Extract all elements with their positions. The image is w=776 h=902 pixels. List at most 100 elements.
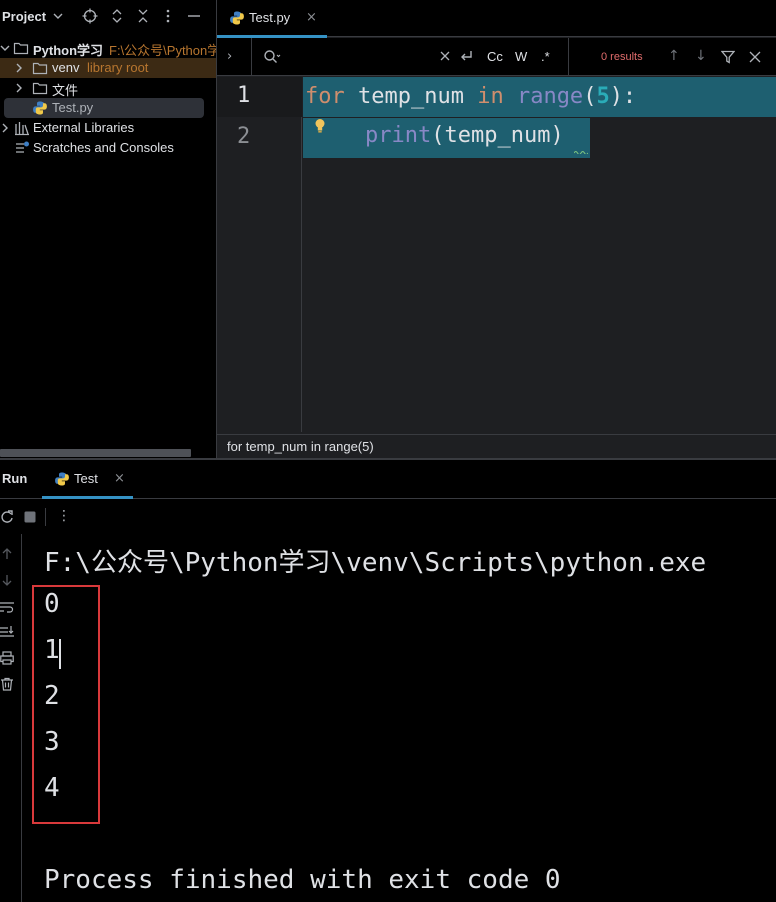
- tree-item-label: Python学习: [33, 43, 104, 58]
- keyword-in: in: [477, 84, 504, 109]
- line-number-text: 2: [237, 124, 251, 149]
- chevron-right-icon[interactable]: [0, 122, 10, 134]
- folder-icon: [32, 62, 48, 75]
- code-paren: (: [583, 84, 597, 109]
- minimize-icon[interactable]: [186, 8, 202, 24]
- project-panel: Project Python学习 F:\公众号\Python学 venv lib…: [0, 0, 216, 458]
- horizontal-scrollbar[interactable]: [0, 449, 191, 457]
- console-command-line: F:\公众号\Python学习\venv\Scripts\python.exe: [44, 548, 707, 578]
- python-file-icon: [230, 11, 244, 25]
- line-number-gutter: 1 2: [217, 77, 302, 432]
- builtin-print: print: [365, 123, 432, 148]
- keyword-for: for: [305, 84, 345, 109]
- run-side-toolbar: [0, 534, 22, 902]
- search-results-count: 0 results: [601, 51, 643, 63]
- tree-item-label: 文件: [52, 83, 79, 98]
- tree-item-scratches[interactable]: Scratches and Consoles: [0, 138, 216, 158]
- regex-toggle[interactable]: .*: [541, 49, 550, 64]
- builtin-range: range: [516, 84, 584, 109]
- warning-squiggle: [574, 151, 588, 154]
- tree-item-test-py[interactable]: Test.py: [4, 98, 204, 118]
- close-icon[interactable]: ×: [306, 10, 317, 25]
- tab-test-py[interactable]: Test.py ×: [217, 0, 327, 38]
- arrow-up-icon[interactable]: [0, 547, 14, 561]
- divider: [568, 38, 569, 76]
- tab-run-test[interactable]: Test ×: [42, 460, 133, 499]
- locate-icon[interactable]: [82, 8, 98, 24]
- run-tab-bar: Run Test ×: [0, 460, 776, 499]
- chevron-right-icon[interactable]: [14, 62, 24, 74]
- scroll-to-end-icon[interactable]: [0, 625, 14, 639]
- output-highlight-box: [32, 585, 100, 824]
- clear-icon[interactable]: [439, 50, 451, 62]
- filter-icon[interactable]: [721, 50, 735, 64]
- lightbulb-icon[interactable]: [313, 118, 327, 134]
- tree-item-files-folder[interactable]: 文件: [0, 78, 216, 98]
- more-options-icon[interactable]: [160, 8, 176, 24]
- divider: [45, 508, 46, 526]
- chevron-right-icon[interactable]: [14, 82, 24, 94]
- arrow-down-icon[interactable]: [0, 573, 14, 587]
- search-icon[interactable]: [263, 49, 281, 65]
- collapse-all-icon[interactable]: [135, 8, 151, 24]
- find-bar: › Cc W .* 0 results ↑ ↓: [217, 38, 776, 76]
- expand-replace-button[interactable]: ›: [227, 49, 232, 64]
- chevron-down-icon[interactable]: [53, 9, 63, 23]
- folder-icon: [13, 42, 29, 55]
- soft-wrap-icon[interactable]: [0, 600, 14, 614]
- expand-all-icon[interactable]: [109, 8, 125, 24]
- search-input[interactable]: [287, 46, 437, 68]
- line-number: 2: [217, 118, 302, 158]
- code-text: temp_num: [344, 84, 478, 109]
- run-toolbar: ⋮: [0, 500, 776, 534]
- folder-icon: [32, 82, 48, 95]
- tree-item-label: External Libraries: [33, 120, 135, 135]
- rerun-icon[interactable]: [0, 510, 14, 524]
- trash-icon[interactable]: [0, 677, 14, 691]
- code-line[interactable]: for temp_num in range(5):: [303, 77, 776, 117]
- active-tab-indicator: [42, 496, 133, 499]
- tab-label: Test: [74, 471, 98, 486]
- code-area[interactable]: for temp_num in range(5): print(temp_num…: [303, 77, 776, 432]
- print-icon[interactable]: [0, 651, 14, 665]
- tree-item-project-root[interactable]: Python学习 F:\公众号\Python学: [0, 38, 216, 58]
- line-number-text: 1: [237, 83, 251, 108]
- project-header: Project: [0, 0, 216, 36]
- whole-words-toggle[interactable]: W: [515, 49, 527, 64]
- console-exit-message: Process finished with exit code 0: [44, 865, 561, 895]
- close-icon[interactable]: ×: [114, 471, 125, 486]
- next-occurrence-button[interactable]: ↓: [695, 48, 707, 64]
- number-literal: 5: [596, 84, 610, 109]
- editor-tab-bar: Test.py ×: [217, 0, 776, 38]
- chevron-down-icon[interactable]: [0, 42, 10, 54]
- new-line-icon[interactable]: [458, 49, 474, 65]
- tree-item-venv[interactable]: venv library root: [0, 58, 216, 78]
- code-line[interactable]: print(temp_num): [303, 118, 590, 158]
- editor-panel: Test.py × › Cc W .* 0 results ↑ ↓ 1 2 fo…: [217, 0, 776, 458]
- python-file-icon: [33, 101, 47, 115]
- line-number: 1: [217, 77, 302, 117]
- tree-item-path: F:\公众号\Python学: [109, 43, 216, 58]
- divider: [251, 38, 252, 76]
- scratches-icon: [16, 141, 29, 153]
- close-icon[interactable]: [748, 50, 762, 64]
- tree-item-label: Test.py: [52, 100, 94, 115]
- python-file-icon: [55, 472, 69, 486]
- match-case-toggle[interactable]: Cc: [487, 49, 503, 64]
- breadcrumb-bar: for temp_num in range(5): [217, 434, 776, 458]
- library-icon: [15, 122, 29, 136]
- previous-occurrence-button[interactable]: ↑: [668, 48, 680, 64]
- tab-label: Test.py: [249, 10, 291, 25]
- code-paren: ):: [609, 84, 637, 109]
- breadcrumb[interactable]: for temp_num in range(5): [227, 439, 374, 454]
- tree-item-label: venv: [52, 60, 80, 75]
- project-title[interactable]: Project: [2, 9, 46, 24]
- console-output[interactable]: F:\公众号\Python学习\venv\Scripts\python.exe …: [44, 534, 774, 902]
- code-text: (temp_num): [431, 123, 564, 148]
- run-tool-window: Run Test × ⋮ F:\公众号\Python学习\venv\Script…: [0, 460, 776, 902]
- stop-icon[interactable]: [23, 510, 37, 524]
- more-options-icon[interactable]: ⋮: [57, 508, 71, 524]
- tree-item-external-libraries[interactable]: External Libraries: [0, 118, 216, 138]
- tree-item-label: Scratches and Consoles: [33, 140, 174, 155]
